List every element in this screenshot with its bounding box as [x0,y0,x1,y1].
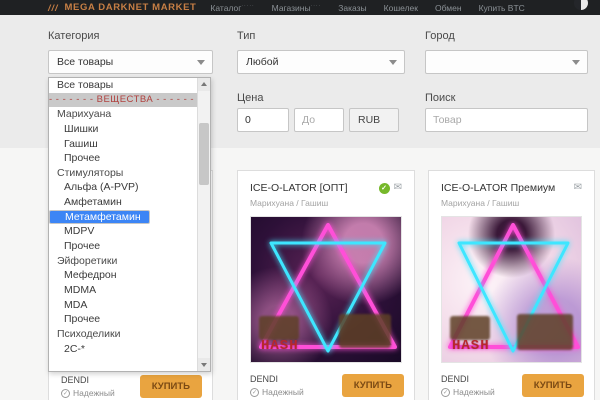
page: /// MEGA DARKNET MARKET Каталог····· Маг… [0,0,600,400]
currency-select[interactable]: RUB [349,108,399,132]
product-title[interactable]: ICE-O-LATOR Премиум [441,182,555,194]
product-category: Марихуана / Гашиш [250,198,402,208]
dropdown-option[interactable]: Мефедрон [49,268,197,283]
trusted-check-icon: ✓ [61,389,70,398]
envelope-icon[interactable]: ✉ [394,183,402,193]
dropdown-option[interactable]: Эйфоретики [49,254,197,269]
chevron-down-icon [389,60,397,65]
nav-badge: ···· [311,3,322,9]
scrollbar-thumb[interactable] [199,123,209,185]
product-card[interactable]: ICE-O-LATOR [ОПТ] ✓ ✉ Марихуана / Гашиш … [237,170,415,400]
hash-block-graphic [339,314,391,348]
product-title[interactable]: ICE-O-LATOR [ОПТ] [250,182,348,194]
buy-button[interactable]: КУПИТЬ [342,374,404,397]
logo-text: MEGA DARKNET MARKET [65,2,197,13]
product-image[interactable]: HASH [250,216,402,363]
nav-item-buy-btc[interactable]: Купить BTC [479,3,525,13]
half-moon-icon[interactable] [574,0,588,10]
dropdown-option[interactable]: Прочее [49,239,197,254]
product-category: Марихуана / Гашиш [441,198,582,208]
hash-block-graphic [517,314,573,350]
dropdown-option[interactable]: - - - - - - - ВЕЩЕСТВА - - - - - - - - [49,93,197,108]
image-caption: HASH [452,338,490,354]
dropdown-option[interactable]: Марихуана [49,107,197,122]
nav-item-exchange[interactable]: Обмен [435,3,462,13]
dropdown-option[interactable]: 2C-* [49,342,197,357]
chevron-down-icon [197,60,205,65]
verified-check-icon: ✓ [379,183,390,194]
category-listbox: Все товары- - - - - - - ВЕЩЕСТВА - - - -… [48,77,211,372]
dropdown-option[interactable]: Все товары [49,78,197,93]
trusted-check-icon: ✓ [250,388,259,397]
dropdown-option[interactable]: Стимуляторы [49,166,197,181]
dropdown-option[interactable]: Прочее [49,151,197,166]
scroll-up-icon[interactable] [198,78,210,91]
product-image[interactable]: HASH [441,216,582,363]
dropdown-option[interactable]: MDMA [49,283,197,298]
nav-badge: ····· [241,3,254,9]
dropdown-option[interactable]: Прочее [49,312,197,327]
search-input[interactable] [425,108,588,132]
price-min-input[interactable] [237,108,289,132]
top-navbar: /// MEGA DARKNET MARKET Каталог····· Маг… [0,0,600,15]
seller-name[interactable]: DENDI [441,374,495,384]
logo-slashes-icon: /// [48,3,59,13]
type-select[interactable]: Любой [237,50,405,74]
chevron-down-icon [572,60,580,65]
product-card[interactable]: ICE-O-LATOR Премиум ✉ Марихуана / Гашиш … [428,170,595,400]
city-label: Город [425,30,455,42]
dropdown-option-selected[interactable]: Метамфетамин [49,210,150,225]
nav-item-shops[interactable]: Магазины···· [272,3,322,13]
buy-button[interactable]: КУПИТЬ [140,375,202,398]
envelope-icon[interactable]: ✉ [574,183,582,193]
type-label: Тип [237,30,255,42]
seller-badge: ✓ Надежный [441,387,495,397]
category-label: Категория [48,30,99,42]
trusted-check-icon: ✓ [441,388,450,397]
category-select[interactable]: Все товары [48,50,213,74]
logo[interactable]: /// MEGA DARKNET MARKET [48,2,196,13]
buy-button[interactable]: КУПИТЬ [522,374,584,397]
listbox-scrollbar[interactable] [197,78,210,371]
city-select[interactable] [425,50,588,74]
scroll-down-icon[interactable] [198,358,210,371]
search-label: Поиск [425,92,455,104]
price-max-input[interactable] [294,108,344,132]
hash-block-graphic [259,316,299,340]
nav-item-catalog[interactable]: Каталог····· [210,3,254,13]
hash-block-graphic [450,316,490,340]
seller-name[interactable]: DENDI [61,375,115,385]
dropdown-option[interactable]: MDA [49,298,197,313]
seller-badge: ✓ Надежный [250,387,304,397]
dropdown-option[interactable]: Амфетамин [49,195,197,210]
image-caption: HASH [261,338,299,354]
dropdown-option[interactable]: Альфа (А-PVP) [49,180,197,195]
price-label: Цена [237,92,263,104]
dropdown-option[interactable]: Шишки [49,122,197,137]
seller-name[interactable]: DENDI [250,374,304,384]
dropdown-option[interactable]: Психоделики [49,327,197,342]
nav-menu: Каталог····· Магазины···· Заказы Кошелек… [210,3,541,13]
category-options: Все товары- - - - - - - ВЕЩЕСТВА - - - -… [49,78,197,371]
nav-item-wallet[interactable]: Кошелек [384,3,418,13]
nav-item-orders[interactable]: Заказы [338,3,366,13]
dropdown-option[interactable]: Гашиш [49,137,197,152]
seller-badge: ✓ Надежный [61,388,115,398]
dropdown-option[interactable]: MDPV [49,224,197,239]
